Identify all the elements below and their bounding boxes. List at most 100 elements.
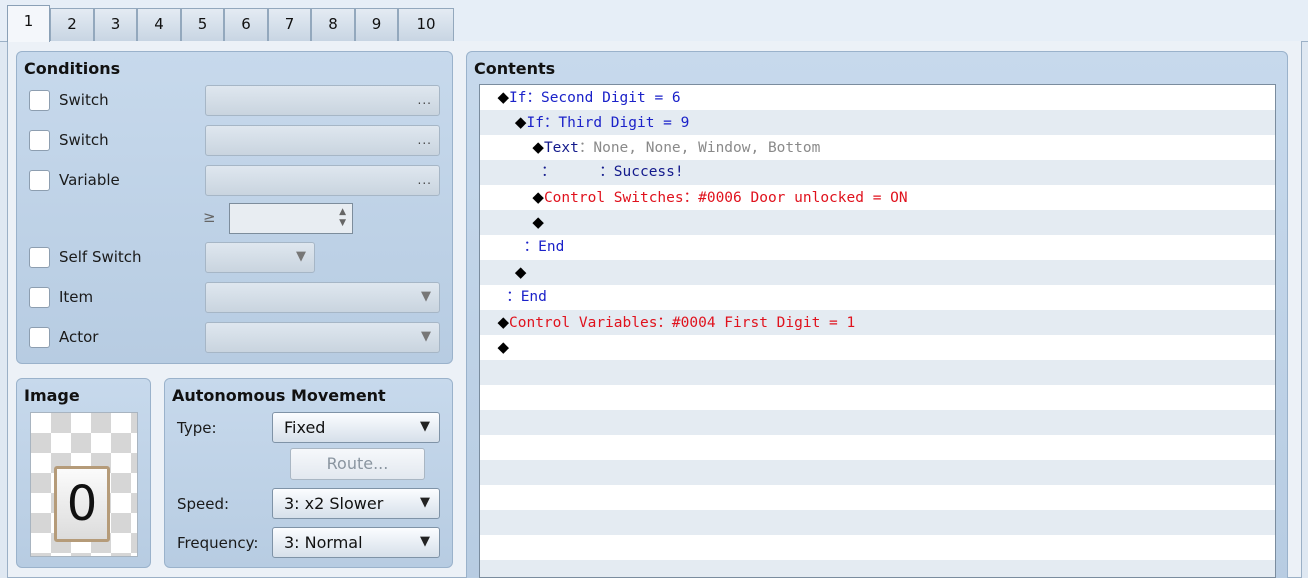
switch1-checkbox[interactable]: [29, 90, 50, 111]
tab-page-1[interactable]: 1: [7, 5, 50, 42]
variable-checkbox[interactable]: [29, 170, 50, 191]
tab-bar: 1 2 3 4 5 6 7 8 9 10: [0, 0, 1308, 42]
command-row[interactable]: ◆Text：None, None, Window, Bottom: [480, 135, 1275, 160]
tab-page-4[interactable]: 4: [137, 8, 181, 41]
command-diamond-icon: ◆: [497, 313, 510, 331]
speed-label: Speed:: [177, 495, 230, 513]
empty-row[interactable]: [480, 510, 1275, 535]
empty-row[interactable]: [480, 385, 1275, 410]
tab-page-7[interactable]: 7: [268, 8, 311, 41]
switch2-select-field[interactable]: ...: [205, 125, 440, 156]
type-label: Type:: [177, 419, 217, 437]
command-diamond-icon: ◆: [532, 188, 544, 206]
ellipsis-icon: ...: [417, 93, 432, 107]
ellipsis-icon: ...: [417, 173, 432, 187]
character-sprite: 0: [54, 466, 110, 542]
empty-row[interactable]: [480, 560, 1275, 577]
empty-row[interactable]: [480, 435, 1275, 460]
self-switch-checkbox[interactable]: [29, 247, 50, 268]
route-button[interactable]: Route...: [290, 448, 425, 480]
contents-title: Contents: [474, 59, 556, 78]
switch1-select-field[interactable]: ...: [205, 85, 440, 116]
movement-type-value: Fixed: [284, 418, 326, 437]
command-text: Control Variables：#0004 First Digit = 1: [509, 315, 856, 331]
spin-down-icon[interactable]: ▼: [339, 219, 346, 228]
command-text: ： ：Success!: [541, 164, 684, 180]
chevron-down-icon: ▼: [421, 329, 431, 344]
variable-value-spinner[interactable]: ▲ ▼: [229, 203, 353, 234]
command-diamond-icon: ◆: [497, 338, 510, 356]
image-title: Image: [24, 386, 80, 405]
tab-page-8[interactable]: 8: [311, 8, 355, 41]
tab-page-10[interactable]: 10: [398, 8, 454, 41]
command-row[interactable]: ： ：Success!: [480, 160, 1275, 185]
variable-select-field[interactable]: ...: [205, 165, 440, 196]
chevron-down-icon: ▼: [421, 289, 431, 304]
command-diamond-icon: ◆: [514, 263, 527, 281]
command-row[interactable]: ◆If：Second Digit = 6: [480, 85, 1275, 110]
chevron-down-icon: ▼: [420, 495, 430, 510]
spin-up-icon[interactable]: ▲: [339, 208, 346, 217]
movement-type-dropdown[interactable]: Fixed ▼: [272, 412, 440, 443]
tab-page-2[interactable]: 2: [50, 8, 94, 41]
image-panel: Image 0: [16, 378, 151, 568]
command-row[interactable]: ◆: [480, 260, 1275, 285]
event-command-list[interactable]: ◆If：Second Digit = 6 ◆If：Third Digit = 9…: [479, 84, 1276, 578]
autonomous-movement-title: Autonomous Movement: [172, 386, 386, 405]
event-image-preview[interactable]: 0: [30, 412, 138, 557]
empty-row[interactable]: [480, 360, 1275, 385]
movement-speed-value: 3: x2 Slower: [284, 494, 384, 513]
tab-page-5[interactable]: 5: [181, 8, 224, 41]
actor-label: Actor: [59, 328, 99, 346]
command-text: Text: [543, 140, 579, 156]
command-diamond-icon: ◆: [532, 213, 544, 231]
movement-frequency-value: 3: Normal: [284, 533, 363, 552]
movement-frequency-dropdown[interactable]: 3: Normal ▼: [272, 527, 440, 558]
switch2-checkbox[interactable]: [29, 130, 50, 151]
chevron-down-icon: ▼: [420, 419, 430, 434]
tab-page-9[interactable]: 9: [355, 8, 398, 41]
empty-row[interactable]: [480, 535, 1275, 560]
item-label: Item: [59, 288, 94, 306]
command-text: ：End: [523, 239, 565, 255]
command-diamond-icon: ◆: [532, 138, 544, 156]
item-dropdown[interactable]: ▼: [205, 282, 440, 313]
greater-equal-symbol: ≥: [203, 208, 216, 226]
actor-dropdown[interactable]: ▼: [205, 322, 440, 353]
empty-row[interactable]: [480, 485, 1275, 510]
self-switch-dropdown[interactable]: ▼: [205, 242, 315, 273]
tab-page-6[interactable]: 6: [224, 8, 268, 41]
autonomous-movement-panel: Autonomous Movement Type: Fixed ▼ Route.…: [164, 378, 453, 568]
command-text: Control Switches：#0006 Door unlocked = O…: [543, 190, 908, 206]
empty-row[interactable]: [480, 410, 1275, 435]
self-switch-label: Self Switch: [59, 248, 142, 266]
tab-page-3[interactable]: 3: [94, 8, 137, 41]
command-row[interactable]: ◆: [480, 210, 1275, 235]
command-diamond-icon: ◆: [514, 113, 527, 131]
chevron-down-icon: ▼: [296, 249, 306, 264]
empty-row[interactable]: [480, 460, 1275, 485]
switch2-label: Switch: [59, 131, 109, 149]
command-row[interactable]: ◆Control Switches：#0006 Door unlocked = …: [480, 185, 1275, 210]
command-text: If：Second Digit = 6: [509, 90, 681, 106]
command-text: ：End: [506, 289, 547, 305]
command-row[interactable]: ：End: [480, 235, 1275, 260]
command-row[interactable]: ◆If：Third Digit = 9: [480, 110, 1275, 135]
command-diamond-icon: ◆: [497, 88, 510, 106]
actor-checkbox[interactable]: [29, 327, 50, 348]
command-row[interactable]: ◆Control Variables：#0004 First Digit = 1: [480, 310, 1275, 335]
command-row[interactable]: ：End: [480, 285, 1275, 310]
conditions-title: Conditions: [24, 59, 121, 78]
command-row[interactable]: ◆: [480, 335, 1275, 360]
item-checkbox[interactable]: [29, 287, 50, 308]
command-text: If：Third Digit = 9: [526, 115, 690, 131]
movement-speed-dropdown[interactable]: 3: x2 Slower ▼: [272, 488, 440, 519]
